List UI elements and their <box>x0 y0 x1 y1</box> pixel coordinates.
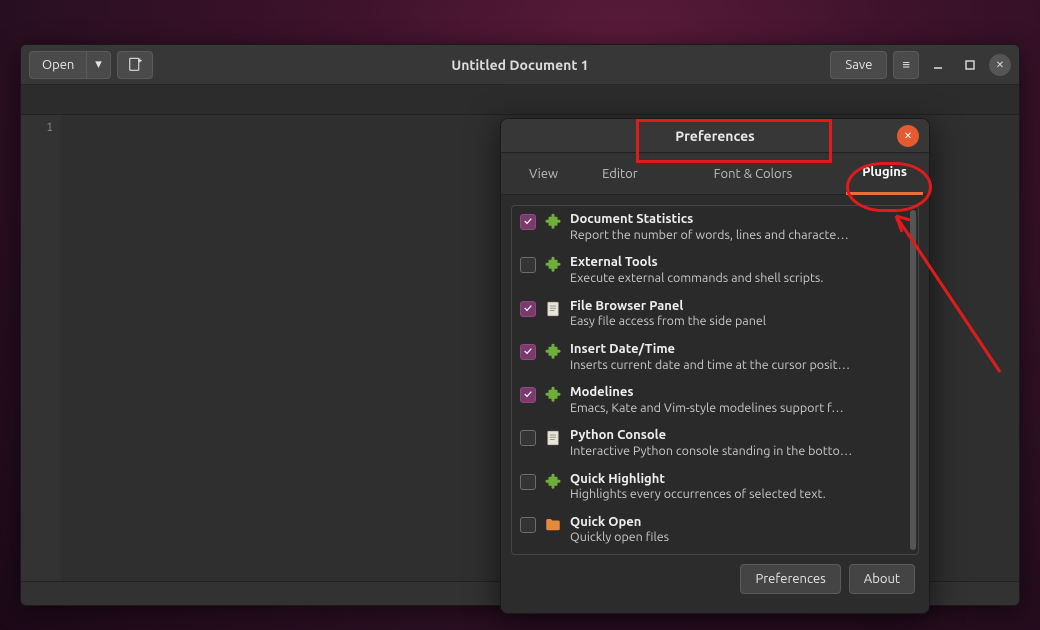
plugin-description: Highlights every occurrences of selected… <box>570 487 904 503</box>
plugin-description: Inserts current date and time at the cur… <box>570 358 904 374</box>
preferences-footer: Preferences About <box>511 555 919 603</box>
tab-plugins[interactable]: Plugins <box>846 153 923 195</box>
plugin-row[interactable]: Document StatisticsReport the number of … <box>512 206 918 249</box>
plugin-name: Quick Open <box>570 515 904 531</box>
plugin-icon <box>544 343 562 361</box>
new-document-icon <box>126 56 144 74</box>
open-button[interactable]: Open <box>29 51 87 79</box>
plugin-description: Emacs, Kate and Vim-style modelines supp… <box>570 401 904 417</box>
plugin-icon <box>544 386 562 404</box>
plugin-name: Insert Date/Time <box>570 342 904 358</box>
preferences-tabs: View Editor Font & Colors Plugins <box>501 153 929 195</box>
plugin-text: Quick HighlightHighlights every occurren… <box>570 472 904 503</box>
plugin-checkbox[interactable] <box>520 344 536 360</box>
plugin-text: Insert Date/TimeInserts current date and… <box>570 342 904 373</box>
plugin-icon <box>544 213 562 231</box>
plugin-text: Python ConsoleInteractive Python console… <box>570 428 904 459</box>
plugin-name: Quick Highlight <box>570 472 904 488</box>
plugin-row[interactable]: Insert Date/TimeInserts current date and… <box>512 336 918 379</box>
minimize-icon <box>932 59 944 71</box>
close-button[interactable] <box>989 54 1011 76</box>
plugin-description: Interactive Python console standing in t… <box>570 444 904 460</box>
minimize-button[interactable] <box>925 52 951 78</box>
plugin-preferences-button[interactable]: Preferences <box>740 564 840 594</box>
plugin-row[interactable]: External ToolsExecute external commands … <box>512 249 918 292</box>
preferences-title: Preferences <box>675 128 755 144</box>
plugin-checkbox[interactable] <box>520 214 536 230</box>
line-number-gutter: 1 <box>21 115 61 581</box>
plugin-row[interactable]: File Browser PanelEasy file access from … <box>512 293 918 336</box>
plugins-panel: Document StatisticsReport the number of … <box>501 195 929 613</box>
plugin-row[interactable]: Python ConsoleInteractive Python console… <box>512 422 918 465</box>
plugin-name: External Tools <box>570 255 904 271</box>
plugin-checkbox[interactable] <box>520 430 536 446</box>
plugin-text: External ToolsExecute external commands … <box>570 255 904 286</box>
tab-view[interactable]: View <box>507 153 580 195</box>
plugin-checkbox[interactable] <box>520 301 536 317</box>
new-tab-button[interactable] <box>117 51 153 79</box>
plugin-icon <box>544 473 562 491</box>
plugin-row[interactable]: Quick HighlightHighlights every occurren… <box>512 466 918 509</box>
preferences-header: Preferences <box>501 119 929 153</box>
plugin-checkbox[interactable] <box>520 517 536 533</box>
plugin-row[interactable]: ModelinesEmacs, Kate and Vim-style model… <box>512 379 918 422</box>
plugin-name: Python Console <box>570 428 904 444</box>
tab-font-colors[interactable]: Font & Colors <box>660 153 847 195</box>
plugin-description: Execute external commands and shell scri… <box>570 271 904 287</box>
maximize-button[interactable] <box>957 52 983 78</box>
open-button-group: Open ▾ <box>29 51 111 79</box>
plugin-name: Modelines <box>570 385 904 401</box>
titlebar: Open ▾ Untitled Document 1 Save ≡ <box>21 45 1019 85</box>
menu-icon: ≡ <box>902 57 910 72</box>
maximize-icon <box>964 59 976 71</box>
plugin-about-button[interactable]: About <box>849 564 915 594</box>
window-controls: Save ≡ <box>830 51 1011 79</box>
plugin-text: File Browser PanelEasy file access from … <box>570 299 904 330</box>
preferences-close-button[interactable] <box>897 125 919 147</box>
plugin-text: Quick OpenQuickly open files <box>570 515 904 546</box>
plugin-checkbox[interactable] <box>520 387 536 403</box>
plugin-icon <box>544 429 562 447</box>
plugin-icon <box>544 516 562 534</box>
plugin-description: Easy file access from the side panel <box>570 314 904 330</box>
plugin-description: Report the number of words, lines and ch… <box>570 228 904 244</box>
plugin-text: Document StatisticsReport the number of … <box>570 212 904 243</box>
plugin-description: Quickly open files <box>570 530 904 546</box>
plugin-icon <box>544 256 562 274</box>
plugin-name: Document Statistics <box>570 212 904 228</box>
plugin-icon <box>544 300 562 318</box>
hamburger-menu-button[interactable]: ≡ <box>893 51 919 79</box>
plugin-text: ModelinesEmacs, Kate and Vim-style model… <box>570 385 904 416</box>
plugin-name: File Browser Panel <box>570 299 904 315</box>
plugin-checkbox[interactable] <box>520 474 536 490</box>
tab-editor[interactable]: Editor <box>580 153 660 195</box>
open-dropdown-button[interactable]: ▾ <box>87 51 111 79</box>
plugin-checkbox[interactable] <box>520 257 536 273</box>
save-button[interactable]: Save <box>830 51 887 79</box>
plugin-row[interactable]: Quick OpenQuickly open files <box>512 509 918 552</box>
chevron-down-icon: ▾ <box>95 57 102 72</box>
document-tab-bar[interactable] <box>21 85 1019 115</box>
plugin-list[interactable]: Document StatisticsReport the number of … <box>511 205 919 555</box>
preferences-dialog: Preferences View Editor Font & Colors Pl… <box>500 118 930 614</box>
